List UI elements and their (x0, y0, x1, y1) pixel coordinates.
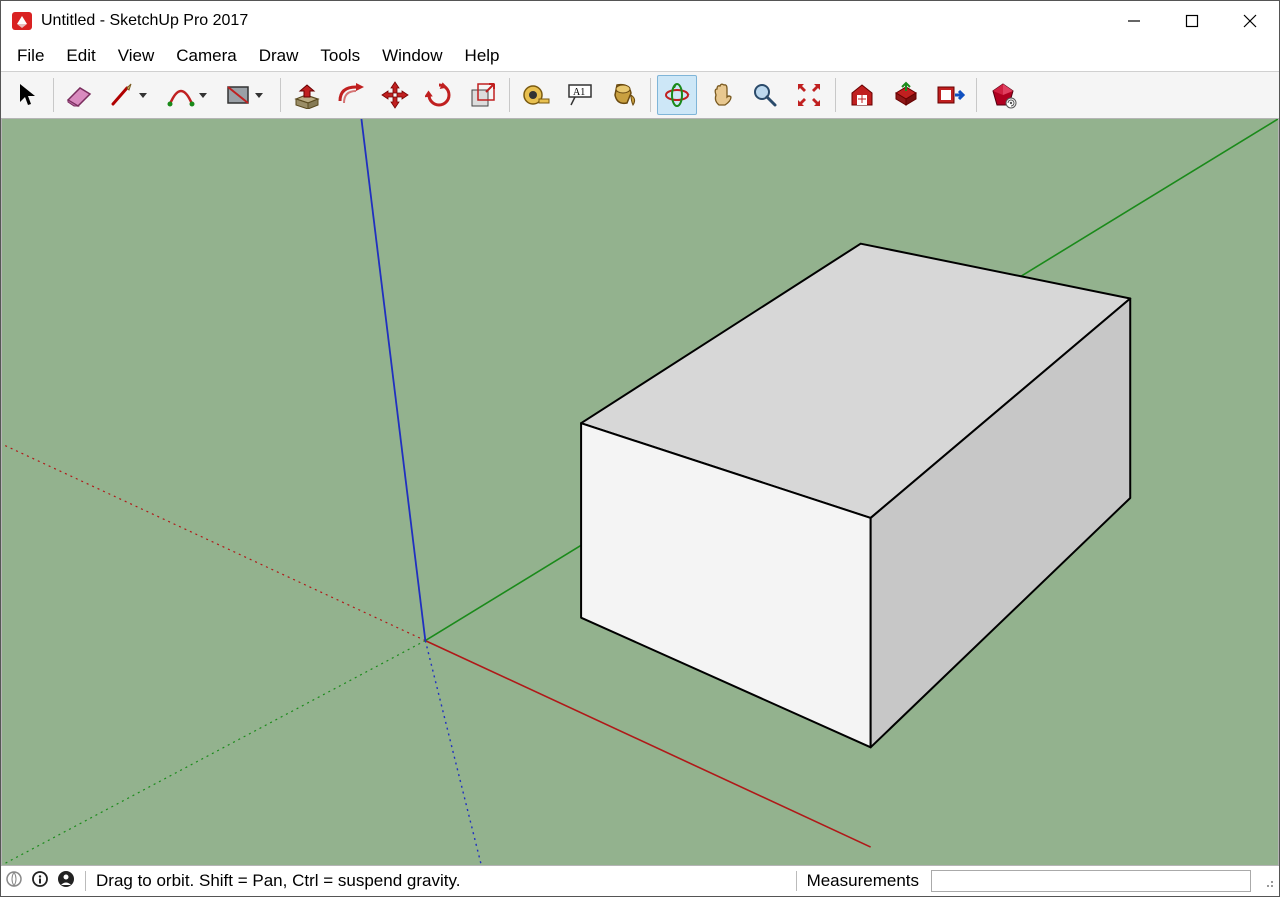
menu-help[interactable]: Help (455, 43, 510, 69)
extension-warehouse-icon[interactable] (930, 75, 970, 115)
push-pull-tool-icon[interactable] (287, 75, 327, 115)
paint-bucket-tool-icon[interactable] (604, 75, 644, 115)
box-model (581, 244, 1130, 748)
minimize-button[interactable] (1105, 1, 1163, 41)
status-hint: Drag to orbit. Shift = Pan, Ctrl = suspe… (96, 871, 460, 891)
ruby-console-icon[interactable] (983, 75, 1023, 115)
menu-file[interactable]: File (7, 43, 54, 69)
warehouse-share-icon[interactable] (886, 75, 926, 115)
select-tool-icon[interactable] (7, 75, 47, 115)
window-controls (1105, 1, 1279, 41)
menu-window[interactable]: Window (372, 43, 452, 69)
shape-tool-icon[interactable] (220, 75, 274, 115)
warehouse-get-icon[interactable] (842, 75, 882, 115)
menu-camera[interactable]: Camera (166, 43, 246, 69)
chevron-down-icon (255, 93, 263, 98)
arc-tool-icon[interactable] (162, 75, 216, 115)
menu-bar: File Edit View Camera Draw Tools Window … (1, 41, 1279, 71)
measurements-label: Measurements (807, 871, 919, 891)
line-tool-icon[interactable] (104, 75, 158, 115)
chevron-down-icon (199, 93, 207, 98)
move-tool-icon[interactable] (375, 75, 415, 115)
chevron-down-icon (139, 93, 147, 98)
status-bar: Drag to orbit. Shift = Pan, Ctrl = suspe… (1, 865, 1279, 896)
zoom-extents-tool-icon[interactable] (789, 75, 829, 115)
title-bar: Untitled - SketchUp Pro 2017 (1, 1, 1279, 41)
menu-edit[interactable]: Edit (56, 43, 105, 69)
menu-view[interactable]: View (108, 43, 165, 69)
zoom-tool-icon[interactable] (745, 75, 785, 115)
scene-svg (2, 119, 1278, 865)
model-viewport[interactable] (1, 119, 1279, 865)
follow-me-tool-icon[interactable] (331, 75, 371, 115)
menu-draw[interactable]: Draw (249, 43, 309, 69)
measurements-input[interactable] (931, 870, 1251, 892)
credits-icon[interactable] (31, 870, 49, 893)
geo-location-icon[interactable] (5, 870, 23, 893)
close-button[interactable] (1221, 1, 1279, 41)
scale-tool-icon[interactable] (463, 75, 503, 115)
tape-measure-tool-icon[interactable] (516, 75, 556, 115)
toolbar: A1 (1, 71, 1279, 119)
pan-tool-icon[interactable] (701, 75, 741, 115)
eraser-tool-icon[interactable] (60, 75, 100, 115)
app-icon (11, 10, 33, 32)
text-tool-icon[interactable]: A1 (560, 75, 600, 115)
maximize-button[interactable] (1163, 1, 1221, 41)
app-window: Untitled - SketchUp Pro 2017 File Edit V… (0, 0, 1280, 897)
svg-text:A1: A1 (573, 87, 585, 98)
user-icon[interactable] (57, 870, 75, 893)
rotate-tool-icon[interactable] (419, 75, 459, 115)
menu-tools[interactable]: Tools (310, 43, 370, 69)
window-title: Untitled - SketchUp Pro 2017 (41, 12, 248, 30)
orbit-tool-icon[interactable] (657, 75, 697, 115)
resize-grip-icon[interactable] (1261, 874, 1275, 888)
